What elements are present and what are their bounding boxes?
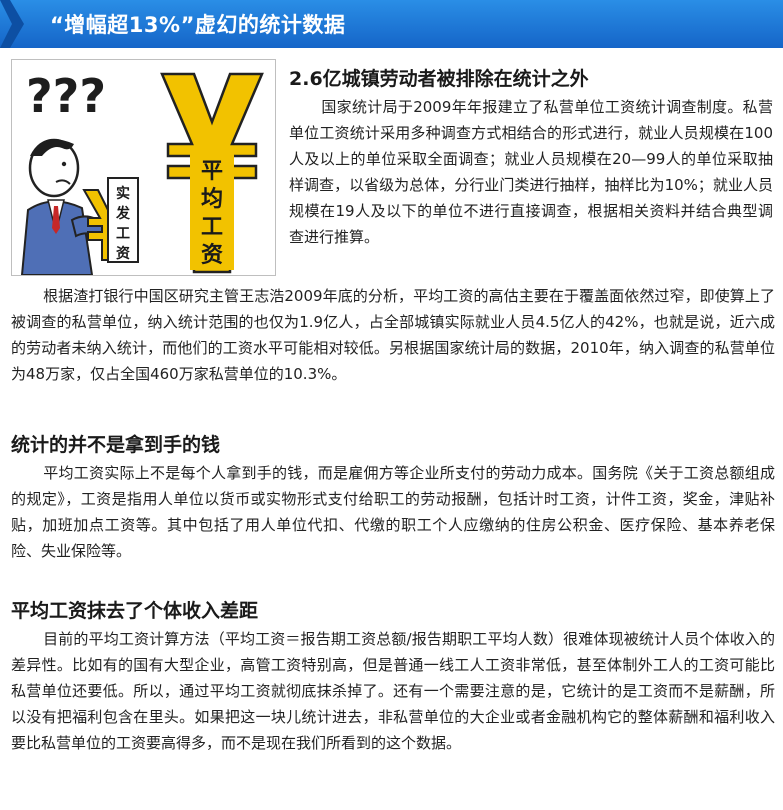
paragraph-coverage-analysis: 根据渣打银行中国区研究主管王志浩2009年底的分析，平均工资的高估主要在于覆盖面… xyxy=(11,287,775,383)
section-banner: “增幅超13%”虚幻的统计数据 xyxy=(0,0,783,48)
paragraph-survey-system: 国家统计局于2009年年报建立了私营单位工资统计调查制度。私营单位工资统计采用多… xyxy=(289,98,773,246)
paragraph-income-gap: 目前的平均工资计算方法（平均工资＝报告期工资总额/报告期职工平均人数）很难体现被… xyxy=(11,630,775,752)
cartoon-image: ??? 实 发 工 资 平 均 工 资 xyxy=(12,60,275,276)
section-heading-not-take-home: 统计的并不是拿到手的钱 xyxy=(11,434,221,456)
banner-title: “增幅超13%”虚幻的统计数据 xyxy=(50,13,346,37)
question-marks: ??? xyxy=(26,69,106,123)
paragraph-labor-cost: 平均工资实际上不是每个人拿到手的钱，而是雇佣方等企业所支付的劳动力成本。国务院《… xyxy=(11,464,775,560)
section-heading-income-gap: 平均工资抹去了个体收入差距 xyxy=(11,600,259,622)
chevron-right-icon xyxy=(0,0,24,48)
average-salary-illustration: ??? 实 发 工 资 平 均 工 资 xyxy=(11,59,276,276)
section-heading-excluded-workers: 2.6亿城镇劳动者被排除在统计之外 xyxy=(289,68,589,90)
